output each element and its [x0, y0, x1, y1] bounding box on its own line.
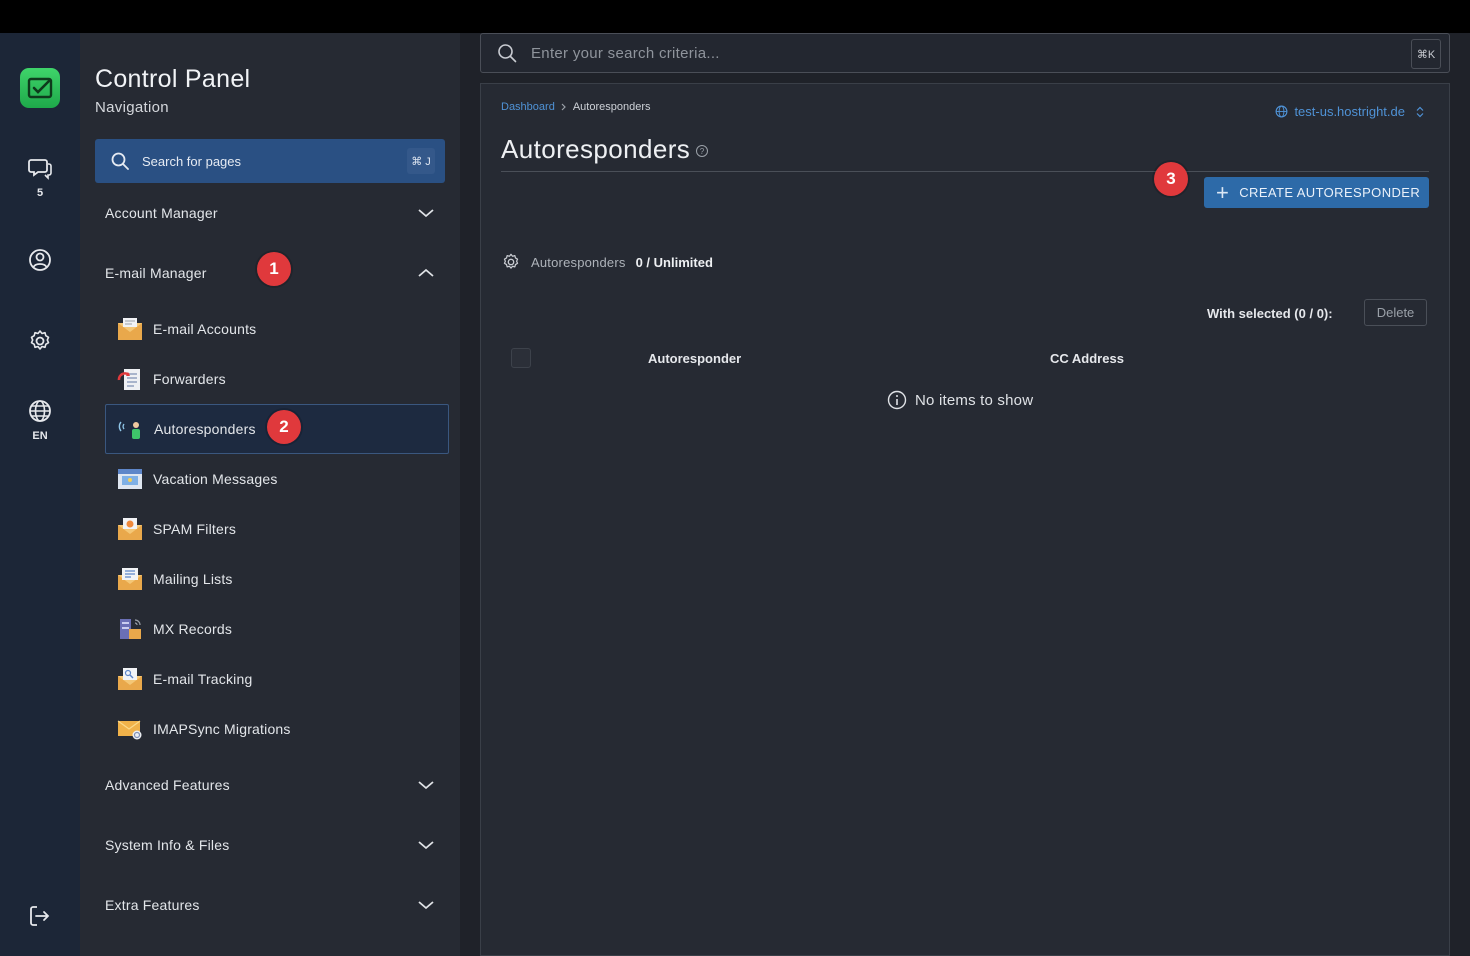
chevron-up-icon [418, 268, 434, 277]
breadcrumb: Dashboard Autoresponders [501, 101, 651, 113]
chevron-down-icon [418, 209, 434, 218]
quota-value: 0 / Unlimited [635, 254, 713, 270]
column-header-autoresponder[interactable]: Autoresponder [648, 351, 741, 366]
chevron-down-icon [418, 841, 434, 850]
info-icon [887, 390, 907, 410]
with-selected-label: With selected (0 / 0): [1207, 306, 1333, 321]
mailing-lists-icon [117, 566, 143, 592]
rail-logout[interactable] [0, 903, 80, 929]
page-title-text: Autoresponders [501, 134, 691, 164]
forwarders-icon [117, 366, 143, 392]
section-label: Extra Features [105, 897, 200, 913]
sidebar-item-label: IMAPSync Migrations [153, 721, 291, 737]
quota-summary: Autoresponders 0 / Unlimited [501, 252, 713, 272]
email-accounts-icon [117, 316, 143, 342]
sidebar-item-email-accounts[interactable]: E-mail Accounts [105, 304, 449, 354]
step-badge-2: 2 [267, 410, 301, 444]
sidebar-item-email-tracking[interactable]: E-mail Tracking [105, 654, 449, 704]
quota-label: Autoresponders [531, 254, 626, 270]
sidebar-item-vacation-messages[interactable]: Vacation Messages [105, 454, 449, 504]
mx-records-icon [117, 616, 143, 642]
logout-icon [30, 906, 50, 926]
create-autoresponder-label: CREATE AUTORESPONDER [1239, 185, 1421, 200]
step-badge-3: 3 [1154, 162, 1188, 196]
chevron-down-icon [418, 901, 434, 910]
chevron-updown-icon [1416, 106, 1424, 117]
content-panel: Dashboard Autoresponders test-us.hostrig… [480, 83, 1450, 956]
main-content: Enter your search criteria... ⌘K Dashboa… [460, 33, 1470, 956]
global-search-input[interactable]: Enter your search criteria... ⌘K [480, 33, 1450, 73]
rail-language[interactable]: EN [0, 398, 80, 442]
navigation-sidebar: Control Panel Navigation Search for page… [80, 33, 460, 956]
page-search-placeholder: Search for pages [142, 153, 242, 169]
rail-account[interactable] [0, 247, 80, 273]
sidebar-item-label: MX Records [153, 621, 233, 637]
breadcrumb-dashboard-link[interactable]: Dashboard [501, 101, 555, 113]
chevron-down-icon [418, 781, 434, 790]
search-icon [111, 152, 129, 170]
sidebar-item-label: E-mail Accounts [153, 321, 257, 337]
sidebar-item-mailing-lists[interactable]: Mailing Lists [105, 554, 449, 604]
server-selector[interactable]: test-us.hostright.de [1275, 104, 1425, 119]
sidebar-item-mx-records[interactable]: MX Records [105, 604, 449, 654]
sidebar-item-label: Forwarders [153, 371, 226, 387]
global-search-placeholder: Enter your search criteria... [531, 44, 720, 62]
page-search-input[interactable]: Search for pages ⌘ J [95, 139, 445, 183]
icon-rail: 5 EN [0, 33, 80, 956]
column-header-cc-address[interactable]: CC Address [1050, 351, 1124, 366]
vacation-messages-icon [117, 466, 143, 492]
page-title: Autoresponders ? [501, 134, 709, 165]
plus-icon: + [1216, 179, 1230, 205]
user-circle-icon [29, 249, 51, 271]
step-badge-1: 1 [257, 252, 291, 286]
section-label: System Info & Files [105, 837, 230, 853]
sidebar-item-label: Mailing Lists [153, 571, 233, 587]
language-code: EN [32, 430, 48, 442]
help-icon[interactable]: ? [696, 145, 709, 157]
sidebar-item-spam-filters[interactable]: SPAM Filters [105, 504, 449, 554]
globe-icon [1275, 105, 1288, 118]
rail-tickets[interactable]: 5 [0, 155, 80, 199]
select-all-checkbox[interactable] [511, 348, 531, 368]
sidebar-item-label: Autoresponders [154, 421, 256, 437]
page-search-shortcut: ⌘ J [407, 148, 435, 174]
sidebar-subtitle: Navigation [95, 99, 169, 116]
gear-icon [30, 330, 50, 350]
sidebar-item-label: E-mail Tracking [153, 671, 253, 687]
breadcrumb-current: Autoresponders [572, 101, 651, 113]
create-autoresponder-button[interactable]: + CREATE AUTORESPONDER [1204, 177, 1429, 208]
server-name: test-us.hostright.de [1294, 104, 1405, 119]
gear-icon [503, 253, 519, 269]
chevron-right-icon [561, 103, 566, 111]
section-label: Account Manager [105, 205, 218, 221]
empty-state-message: No items to show [915, 391, 1034, 409]
section-system-info[interactable]: System Info & Files [105, 830, 435, 860]
chat-icon [28, 159, 52, 180]
title-divider [501, 171, 1429, 172]
section-account-manager[interactable]: Account Manager [105, 198, 435, 228]
rail-settings[interactable] [0, 328, 80, 354]
spam-filters-icon [117, 516, 143, 542]
search-icon [498, 44, 517, 63]
section-label: E-mail Manager [105, 265, 207, 281]
empty-state: No items to show [887, 390, 1033, 410]
section-advanced-features[interactable]: Advanced Features [105, 770, 435, 800]
logo-check-icon [27, 77, 53, 99]
tickets-count: 5 [36, 187, 44, 199]
top-black-bar [0, 0, 1470, 33]
delete-button[interactable]: Delete [1364, 299, 1427, 326]
app-logo[interactable] [20, 68, 60, 108]
globe-icon [29, 400, 51, 422]
sidebar-item-label: SPAM Filters [153, 521, 237, 537]
email-tracking-icon [117, 666, 143, 692]
global-search-shortcut: ⌘K [1411, 39, 1441, 69]
imapsync-icon [117, 716, 143, 742]
sidebar-item-label: Vacation Messages [153, 471, 278, 487]
section-extra-features[interactable]: Extra Features [105, 890, 435, 920]
sidebar-title: Control Panel [95, 65, 251, 93]
section-label: Advanced Features [105, 777, 230, 793]
autoresponders-icon [118, 416, 144, 442]
sidebar-item-imapsync[interactable]: IMAPSync Migrations [105, 704, 449, 754]
sidebar-item-forwarders[interactable]: Forwarders [105, 354, 449, 404]
